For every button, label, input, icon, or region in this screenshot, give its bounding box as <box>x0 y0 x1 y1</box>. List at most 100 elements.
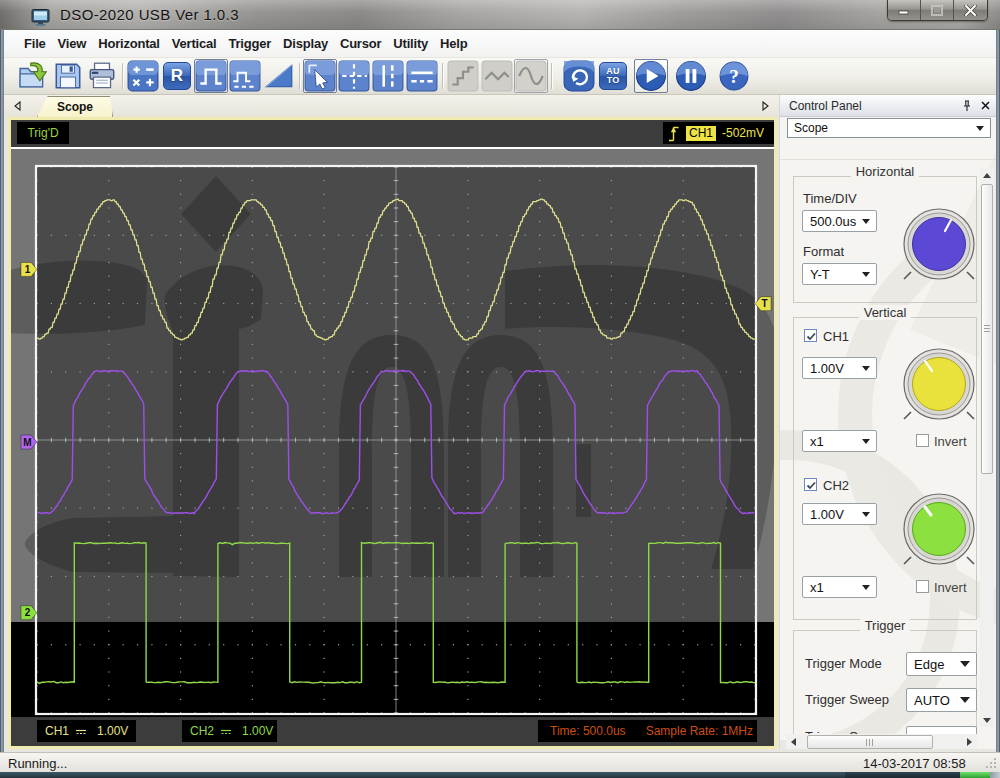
cursor-arrow-icon <box>304 60 336 92</box>
save-button[interactable] <box>51 59 85 93</box>
timediv-dropdown[interactable]: 500.0us <box>802 210 877 232</box>
maximize-button[interactable] <box>921 0 954 20</box>
pause-button[interactable] <box>674 59 708 93</box>
tab-scroll-right-button[interactable] <box>759 98 773 113</box>
panel-selector-dropdown[interactable]: Scope <box>787 118 991 138</box>
autoset-button[interactable]: AUTO <box>596 59 630 93</box>
horizontal-cursors-icon <box>406 60 438 92</box>
oscilloscope-display: Trig'D CH1 -502mV 1M2T CH1 <box>8 117 777 749</box>
horizontal-position-knob[interactable] <box>895 200 983 288</box>
step-interpolation-button[interactable] <box>446 59 480 93</box>
grid-cursors-button[interactable] <box>337 59 371 93</box>
refresh-button[interactable] <box>562 59 596 93</box>
menu-bar: File View Horizontal Vertical Trigger Di… <box>4 30 996 58</box>
menu-view[interactable]: View <box>52 31 93 56</box>
horizontal-scroll-thumb[interactable] <box>807 735 933 749</box>
refresh-icon <box>563 60 595 92</box>
chevron-down-icon <box>862 366 870 371</box>
pause-icon <box>675 60 707 92</box>
vertical-cursors-icon <box>372 60 404 92</box>
help-button[interactable]: ? <box>717 59 751 93</box>
ch2-position-knob[interactable] <box>895 485 983 573</box>
trigger-group-title: Trigger <box>793 618 977 633</box>
panel-close-icon[interactable] <box>978 98 993 113</box>
status-bar: Running... 14-03-2017 08:58 <box>0 752 1000 772</box>
scope-bottom-bar: CH1 1.00V CH2 1.00V Time: 500.0us Sample… <box>11 717 774 746</box>
ch2-invert-checkbox[interactable] <box>916 580 929 593</box>
ch1-invert-checkbox[interactable] <box>916 434 929 447</box>
sample-rate-value: Sample Rate: 1MHz <box>646 724 753 738</box>
ch1-position-knob[interactable] <box>895 340 983 428</box>
menu-cursor[interactable]: Cursor <box>334 31 387 56</box>
horizontal-cursors-button[interactable] <box>405 59 439 93</box>
vertical-scroll-thumb[interactable] <box>981 184 993 474</box>
print-button[interactable] <box>85 59 119 93</box>
svg-text:1: 1 <box>25 264 31 275</box>
tab-scope[interactable]: Scope <box>37 96 113 117</box>
open-button[interactable] <box>17 59 51 93</box>
open-folder-icon <box>18 60 50 92</box>
channel2-display-button[interactable] <box>228 59 262 93</box>
status-datetime: 14-03-2017 08:58 <box>863 756 966 771</box>
toolbar-separator <box>439 61 446 91</box>
ch1-label: CH1 <box>45 724 69 738</box>
chevron-down-icon <box>960 697 970 703</box>
svg-text:M: M <box>23 437 31 448</box>
pointer-button[interactable] <box>303 59 337 93</box>
tab-scroll-left-button[interactable] <box>10 98 24 113</box>
ch2-scale-value: 1.00V <box>242 724 273 738</box>
svg-text:?: ? <box>729 66 739 87</box>
resize-grip[interactable] <box>985 757 997 769</box>
ch2-enable-checkbox[interactable] <box>804 478 817 491</box>
format-dropdown[interactable]: Y-T <box>802 263 877 285</box>
menu-file[interactable]: File <box>18 31 52 56</box>
menu-help[interactable]: Help <box>434 31 473 56</box>
waveform-area: 1M2T <box>11 149 774 717</box>
waveform-plot: 1M2T <box>11 149 774 717</box>
ch2-probe-dropdown[interactable]: x1 <box>802 576 877 598</box>
ch2-scale-dropdown[interactable]: 1.00V <box>802 503 877 525</box>
menu-utility[interactable]: Utility <box>387 31 434 56</box>
svg-text:2: 2 <box>25 607 31 618</box>
ch1-scale-value: 1.00V <box>97 724 128 738</box>
app-icon <box>31 9 52 26</box>
control-panel-title: Control Panel <box>789 99 959 113</box>
math-icon <box>127 60 159 92</box>
vertical-group-title: Vertical <box>793 305 977 320</box>
scroll-up-arrow[interactable] <box>980 168 994 182</box>
ramp-button[interactable] <box>262 59 296 93</box>
ramp-icon <box>263 60 295 92</box>
trigger-sweep-dropdown[interactable]: AUTO <box>906 688 977 712</box>
vertical-cursors-button[interactable] <box>371 59 405 93</box>
trigger-sweep-label: Trigger Sweep <box>805 692 889 707</box>
grid-cursors-icon <box>338 60 370 92</box>
step-wave-icon <box>447 60 479 92</box>
close-button[interactable] <box>954 0 987 20</box>
scroll-right-arrow[interactable] <box>962 734 977 750</box>
ch2-checkbox-label: CH2 <box>823 478 849 493</box>
horizontal-group-title: Horizontal <box>793 164 977 179</box>
ch1-enable-checkbox[interactable] <box>804 329 817 342</box>
scroll-down-arrow[interactable] <box>980 713 994 727</box>
sine-interpolation-button[interactable] <box>514 59 548 93</box>
toolbar-separator <box>296 61 303 91</box>
math-button[interactable] <box>126 59 160 93</box>
channel1-display-button[interactable] <box>194 59 228 93</box>
ch1-scale-dropdown[interactable]: 1.00V <box>802 357 877 379</box>
reference-button[interactable]: R <box>160 59 194 93</box>
scroll-left-arrow[interactable] <box>786 734 801 750</box>
linear-interpolation-button[interactable] <box>480 59 514 93</box>
menu-vertical[interactable]: Vertical <box>166 31 223 56</box>
panel-horizontal-scrollbar[interactable] <box>786 734 977 750</box>
pin-icon[interactable] <box>959 98 974 113</box>
menu-horizontal[interactable]: Horizontal <box>92 31 166 56</box>
ch1-probe-dropdown[interactable]: x1 <box>802 430 877 452</box>
menu-display[interactable]: Display <box>277 31 334 56</box>
trigger-mode-dropdown[interactable]: Edge <box>906 652 977 676</box>
start-button[interactable] <box>634 59 668 93</box>
panel-vertical-scrollbar[interactable] <box>980 168 994 727</box>
minimize-button[interactable] <box>888 0 921 20</box>
ch2-invert-label: Invert <box>934 580 967 595</box>
linear-wave-icon <box>481 60 513 92</box>
menu-trigger[interactable]: Trigger <box>222 31 277 56</box>
